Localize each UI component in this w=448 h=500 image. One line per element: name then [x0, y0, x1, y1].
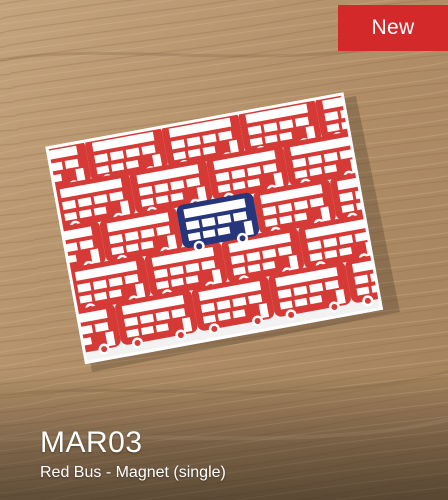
- new-badge: New: [338, 5, 448, 51]
- product-name: Red Bus - Magnet (single): [40, 464, 226, 481]
- product-sku: MAR03: [40, 426, 143, 459]
- product-card[interactable]: New MAR03 Red Bus - Magnet (single): [0, 0, 448, 500]
- product-photo: [0, 0, 448, 500]
- product-caption[interactable]: MAR03 Red Bus - Magnet (single): [40, 426, 226, 484]
